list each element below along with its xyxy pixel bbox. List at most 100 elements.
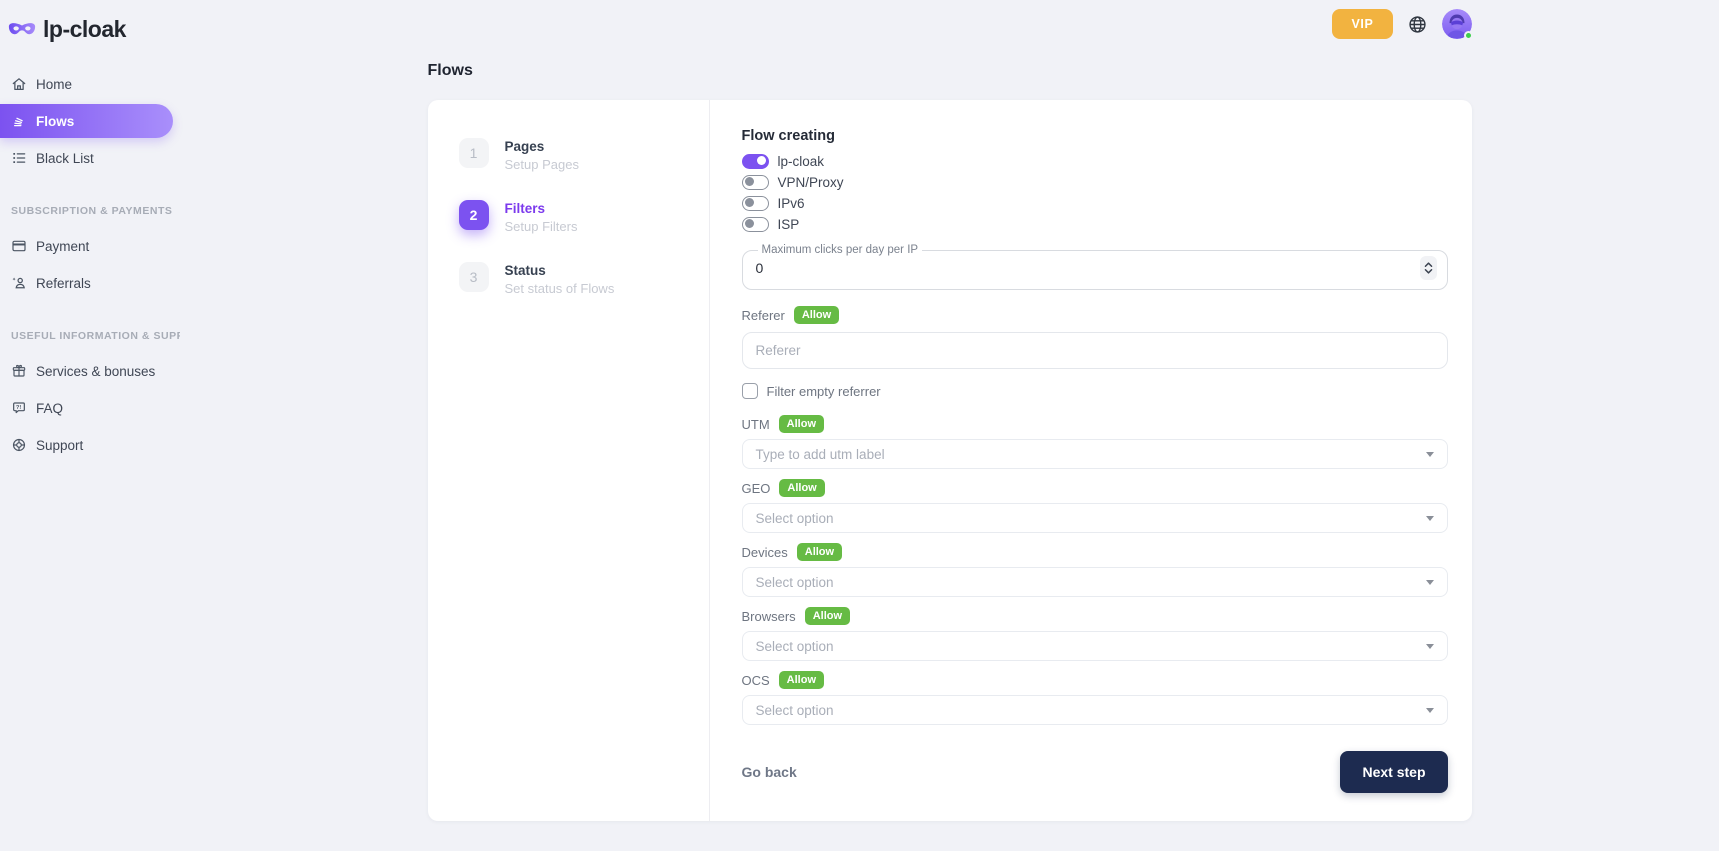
brand-name: lp-cloak	[43, 16, 126, 43]
toggle-knob	[745, 177, 754, 186]
step-number: 3	[459, 262, 489, 292]
utm-group: UTM Allow Type to add utm label	[742, 415, 1448, 469]
sidebar-item-black-list[interactable]: Black List	[0, 141, 180, 175]
sidebar-item-payment[interactable]: Payment	[0, 229, 180, 263]
toggle-vpn-proxy[interactable]: VPN/Proxy	[742, 175, 1448, 190]
black-list-icon	[11, 150, 27, 166]
sidebar-item-home[interactable]: Home	[0, 67, 180, 101]
max-clicks-label: Maximum clicks per day per IP	[758, 244, 923, 256]
home-icon	[11, 76, 27, 92]
step-filters[interactable]: 2 Filters Setup Filters	[459, 200, 709, 234]
utm-allow-badge[interactable]: Allow	[779, 415, 824, 433]
geo-label: GEO	[742, 481, 771, 496]
step-title: Pages	[505, 138, 579, 154]
sidebar-item-label: Services & bonuses	[36, 364, 155, 379]
browsers-select[interactable]: Select option	[742, 631, 1448, 661]
geo-placeholder: Select option	[756, 511, 834, 526]
globe-icon	[1407, 14, 1428, 35]
section-header-label: Subscription & Payments	[11, 205, 172, 217]
vip-button[interactable]: VIP	[1332, 9, 1392, 39]
utm-placeholder: Type to add utm label	[756, 447, 885, 462]
faq-icon: ?!	[11, 400, 27, 416]
toggle-label: VPN/Proxy	[778, 175, 844, 190]
filter-toggles: lp-cloak VPN/Proxy IPv6 ISP	[742, 154, 1448, 232]
brand-logo[interactable]: lp-cloak	[0, 12, 180, 43]
utm-select[interactable]: Type to add utm label	[742, 439, 1448, 469]
toggle-isp[interactable]: ISP	[742, 217, 1448, 232]
ocs-select[interactable]: Select option	[742, 695, 1448, 725]
referer-input[interactable]	[742, 332, 1448, 369]
toggle-label: ISP	[778, 217, 800, 232]
devices-group: Devices Allow Select option	[742, 543, 1448, 597]
toggle-lp-cloak[interactable]: lp-cloak	[742, 154, 1448, 169]
devices-placeholder: Select option	[756, 575, 834, 590]
go-back-button[interactable]: Go back	[742, 764, 797, 780]
flow-wizard-card: 1 Pages Setup Pages 2 Filters Setup Filt…	[428, 100, 1472, 821]
form-title: Flow creating	[742, 128, 1448, 144]
flow-creating-form: Flow creating lp-cloak VPN/Proxy IPv6	[710, 100, 1472, 821]
topbar: VIP	[428, 8, 1472, 40]
sidebar-item-support[interactable]: Support	[0, 428, 180, 462]
browsers-allow-badge[interactable]: Allow	[805, 607, 850, 625]
referrals-icon	[11, 275, 27, 291]
toggle-switch[interactable]	[742, 217, 769, 232]
step-number: 1	[459, 138, 489, 168]
sidebar: lp-cloak Home Flows Black List Subscr	[0, 0, 180, 851]
toggle-switch[interactable]	[742, 154, 769, 169]
flows-icon	[11, 113, 27, 129]
sidebar-item-flows[interactable]: Flows	[0, 104, 173, 138]
max-clicks-input[interactable]	[756, 260, 956, 276]
wizard-steps: 1 Pages Setup Pages 2 Filters Setup Filt…	[428, 100, 710, 821]
devices-allow-badge[interactable]: Allow	[797, 543, 842, 561]
geo-allow-badge[interactable]: Allow	[779, 479, 824, 497]
ocs-placeholder: Select option	[756, 703, 834, 718]
ocs-group: OCS Allow Select option	[742, 671, 1448, 725]
toggle-knob	[745, 219, 754, 228]
sidebar-item-label: Flows	[36, 114, 74, 129]
form-footer: Go back Next step	[742, 751, 1448, 793]
user-avatar[interactable]	[1442, 9, 1472, 39]
toggle-ipv6[interactable]: IPv6	[742, 196, 1448, 211]
number-stepper[interactable]	[1420, 256, 1437, 280]
sidebar-item-faq[interactable]: ?! FAQ	[0, 391, 180, 425]
section-header-label: Useful information & support	[11, 330, 180, 342]
toggle-label: IPv6	[778, 196, 805, 211]
geo-select[interactable]: Select option	[742, 503, 1448, 533]
devices-select[interactable]: Select option	[742, 567, 1448, 597]
checkbox-label: Filter empty referrer	[767, 384, 881, 399]
sidebar-section-subscription: Subscription & Payments	[11, 205, 180, 217]
sidebar-item-services-bonuses[interactable]: Services & bonuses	[0, 354, 180, 388]
sidebar-item-referrals[interactable]: Referrals	[0, 266, 180, 300]
language-globe-button[interactable]	[1407, 14, 1428, 35]
step-subtitle: Set status of Flows	[505, 281, 615, 296]
stepper-chevrons-icon	[1423, 261, 1434, 275]
step-status[interactable]: 3 Status Set status of Flows	[459, 262, 709, 296]
svg-text:?!: ?!	[16, 405, 21, 411]
step-pages[interactable]: 1 Pages Setup Pages	[459, 138, 709, 172]
step-number: 2	[459, 200, 489, 230]
sidebar-item-label: Referrals	[36, 276, 91, 291]
browsers-group: Browsers Allow Select option	[742, 607, 1448, 661]
payment-icon	[11, 238, 27, 254]
step-subtitle: Setup Pages	[505, 157, 579, 172]
step-subtitle: Setup Filters	[505, 219, 578, 234]
utm-label: UTM	[742, 417, 770, 432]
next-step-button[interactable]: Next step	[1340, 751, 1447, 793]
lifebuoy-icon	[11, 437, 27, 453]
caret-down-icon	[1426, 708, 1434, 713]
sidebar-nav: Home Flows Black List Subscription & Pay…	[0, 67, 180, 462]
toggle-switch[interactable]	[742, 175, 769, 190]
main-area: VIP	[180, 0, 1719, 851]
referer-label: Referer	[742, 308, 785, 323]
ocs-allow-badge[interactable]: Allow	[779, 671, 824, 689]
checkbox[interactable]	[742, 383, 758, 399]
caret-down-icon	[1426, 452, 1434, 457]
geo-group: GEO Allow Select option	[742, 479, 1448, 533]
page-title: Flows	[428, 62, 1472, 80]
filter-empty-referrer-checkbox-row[interactable]: Filter empty referrer	[742, 383, 1448, 399]
devices-label: Devices	[742, 545, 788, 560]
referer-group: Referer Allow	[742, 306, 1448, 369]
referer-allow-badge[interactable]: Allow	[794, 306, 839, 324]
toggle-switch[interactable]	[742, 196, 769, 211]
step-title: Filters	[505, 200, 578, 216]
